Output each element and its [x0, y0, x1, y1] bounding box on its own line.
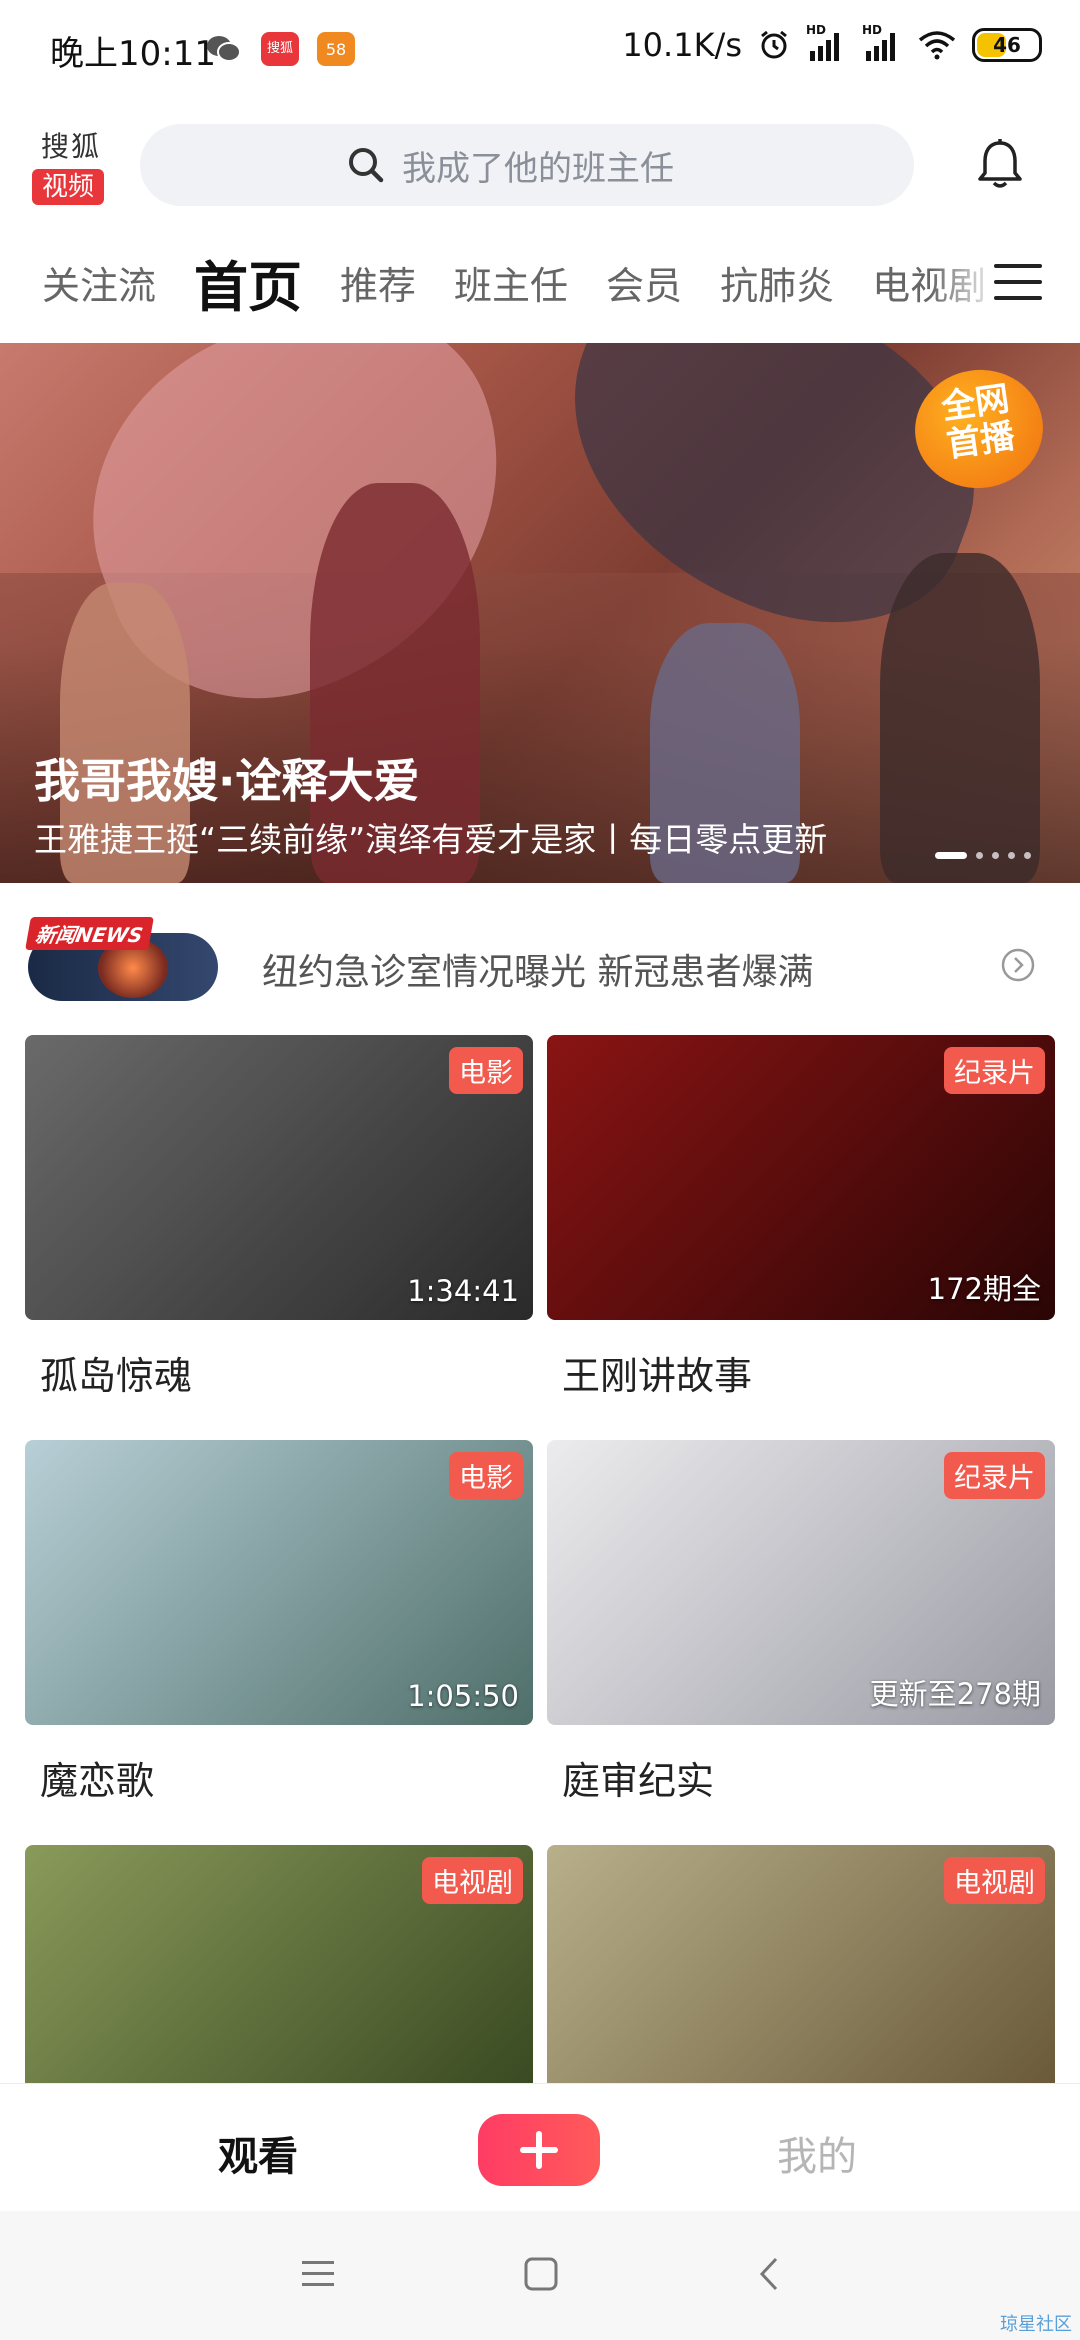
status-bar: 晚上10:11 搜狐 58 10.1K/s HD HD 46 [0, 0, 1080, 100]
carousel-dot [976, 852, 983, 859]
news-headline: 纽约急诊室情况曝光 新冠患者爆满 [262, 952, 814, 993]
video-title[interactable]: 王刚讲故事 [562, 1345, 752, 1400]
logo-bottom-text: 视频 [32, 169, 104, 205]
signal-1: HD [806, 23, 846, 61]
video-title[interactable]: 孤岛惊魂 [40, 1345, 192, 1400]
tab-head-teacher[interactable]: 班主任 [454, 255, 568, 310]
sohu-video-logo[interactable]: 搜狐 视频 [32, 125, 110, 205]
chevron-right-icon[interactable] [1000, 947, 1036, 983]
58-app-icon: 58 [317, 32, 355, 66]
video-card-thumbnail[interactable]: 电影 1:34:41 [25, 1035, 533, 1320]
create-button[interactable] [478, 2114, 600, 2186]
tab-follow[interactable]: 关注流 [42, 255, 156, 310]
episode-count: 更新至278期 [869, 1677, 1041, 1711]
search-placeholder: 我成了他的班主任 [402, 148, 674, 189]
system-navigation-bar: 琼星社区 [0, 2211, 1080, 2340]
status-right: 10.1K/s HD HD 46 [622, 23, 1042, 64]
channel-tabs: 关注流 首页 推荐 班主任 会员 抗肺炎 电视剧 [0, 245, 1000, 320]
tab-vip[interactable]: 会员 [606, 255, 682, 310]
category-badge: 电视剧 [944, 1857, 1045, 1904]
notification-icons: 搜狐 58 [205, 26, 355, 72]
category-badge: 电视剧 [422, 1857, 523, 1904]
carousel-dot [992, 852, 999, 859]
nav-watch[interactable]: 观看 [218, 2124, 298, 2182]
video-card-thumbnail[interactable]: 纪录片 172期全 [547, 1035, 1055, 1320]
signal-2: HD [862, 23, 902, 61]
home-icon[interactable] [523, 2256, 559, 2292]
notification-bell-icon[interactable] [970, 135, 1030, 195]
news-ticker[interactable]: 新闻NEWS 纽约急诊室情况曝光 新冠患者爆满 [0, 895, 1080, 1035]
logo-top-text: 搜狐 [40, 130, 101, 163]
carousel-dot [1008, 852, 1015, 859]
tab-anti-pneumonia[interactable]: 抗肺炎 [720, 255, 834, 310]
carousel-dot-active [935, 852, 967, 859]
network-speed: 10.1K/s [622, 26, 742, 64]
status-time: 晚上10:11 [50, 34, 216, 74]
banner-figure [880, 553, 1040, 883]
episode-count: 172期全 [927, 1272, 1041, 1306]
banner-subtitle: 王雅捷王挺“三续前缘”演绎有爱才是家丨每日零点更新 [34, 820, 828, 859]
video-card-thumbnail[interactable]: 电视剧 [25, 1845, 533, 2083]
video-title[interactable]: 庭审纪实 [562, 1750, 714, 1805]
carousel-indicator [935, 852, 1031, 859]
video-title[interactable]: 魔恋歌 [40, 1750, 154, 1805]
video-card-thumbnail[interactable]: 电视剧 [547, 1845, 1055, 2083]
search-input[interactable]: 我成了他的班主任 [140, 124, 914, 206]
video-duration: 1:34:41 [407, 1274, 519, 1308]
battery-icon: 46 [972, 28, 1042, 62]
hd-label: HD [862, 23, 883, 37]
nav-mine[interactable]: 我的 [777, 2124, 857, 2182]
category-badge: 纪录片 [944, 1047, 1045, 1094]
battery-level: 46 [993, 33, 1021, 57]
back-icon[interactable] [754, 2256, 784, 2292]
bottom-navigation: 观看 我的 [0, 2083, 1080, 2212]
watermark: 琼星社区 [1000, 2314, 1072, 2335]
alarm-icon [761, 30, 787, 59]
video-card-thumbnail[interactable]: 纪录片 更新至278期 [547, 1440, 1055, 1725]
category-badge: 纪录片 [944, 1452, 1045, 1499]
carousel-dot [1024, 852, 1031, 859]
video-duration: 1:05:50 [407, 1679, 519, 1713]
banner-title: 我哥我嫂·诠释大爱 [34, 754, 420, 808]
category-badge: 电影 [449, 1047, 523, 1094]
tab-recommend[interactable]: 推荐 [340, 255, 416, 310]
menu-icon[interactable] [300, 2257, 336, 2291]
sohu-app-icon: 搜狐 [261, 32, 299, 66]
wechat-icon [207, 36, 241, 62]
category-badge: 电影 [449, 1452, 523, 1499]
tab-home[interactable]: 首页 [194, 245, 302, 320]
video-card-thumbnail[interactable]: 电影 1:05:50 [25, 1440, 533, 1725]
hd-label: HD [806, 23, 827, 37]
wifi-icon [918, 31, 956, 60]
news-tag: 新闻NEWS [25, 917, 154, 950]
search-icon [349, 148, 384, 183]
channel-menu-icon[interactable] [990, 258, 1046, 306]
plus-icon [520, 2131, 558, 2169]
